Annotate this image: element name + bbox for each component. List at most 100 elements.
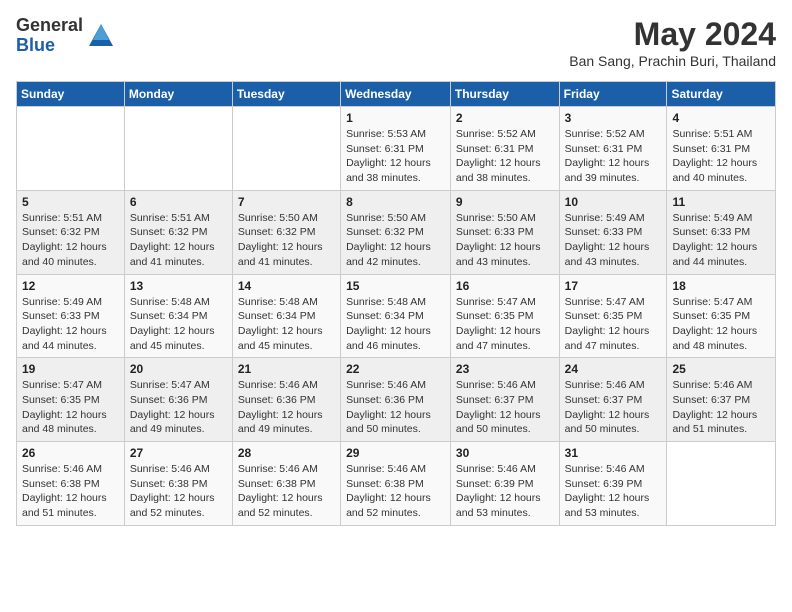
day-number: 6 [130,195,227,209]
month-year-title: May 2024 [569,16,776,53]
day-number: 31 [565,446,662,460]
day-info: Sunrise: 5:49 AM Sunset: 6:33 PM Dayligh… [565,211,662,270]
calendar-day-cell: 1 Sunrise: 5:53 AM Sunset: 6:31 PM Daylig… [341,107,451,191]
day-number: 12 [22,279,119,293]
day-of-week-header: Wednesday [341,82,451,107]
day-info: Sunrise: 5:46 AM Sunset: 6:36 PM Dayligh… [346,378,445,437]
day-info: Sunrise: 5:48 AM Sunset: 6:34 PM Dayligh… [346,295,445,354]
calendar-day-cell: 29 Sunrise: 5:46 AM Sunset: 6:38 PM Dayli… [341,442,451,526]
day-number: 21 [238,362,335,376]
calendar-day-cell: 11 Sunrise: 5:49 AM Sunset: 6:33 PM Dayli… [667,190,776,274]
calendar-day-cell: 25 Sunrise: 5:46 AM Sunset: 6:37 PM Dayli… [667,358,776,442]
calendar-day-cell: 2 Sunrise: 5:52 AM Sunset: 6:31 PM Daylig… [450,107,559,191]
calendar-day-cell: 5 Sunrise: 5:51 AM Sunset: 6:32 PM Daylig… [17,190,125,274]
day-number: 15 [346,279,445,293]
day-number: 2 [456,111,554,125]
calendar-week-row: 5 Sunrise: 5:51 AM Sunset: 6:32 PM Daylig… [17,190,776,274]
day-number: 10 [565,195,662,209]
day-of-week-header: Tuesday [232,82,340,107]
calendar-day-cell: 16 Sunrise: 5:47 AM Sunset: 6:35 PM Dayli… [450,274,559,358]
calendar-day-cell: 3Sunrise: 5:52 AM Sunset: 6:31 PM Daylig… [559,107,667,191]
calendar-table: SundayMondayTuesdayWednesdayThursdayFrid… [16,81,776,526]
day-info: Sunrise: 5:46 AM Sunset: 6:38 PM Dayligh… [130,462,227,521]
day-info: Sunrise: 5:52 AM Sunset: 6:31 PM Dayligh… [565,127,662,186]
day-of-week-header: Monday [124,82,232,107]
day-number: 25 [672,362,770,376]
day-number: 26 [22,446,119,460]
day-number: 29 [346,446,445,460]
calendar-day-cell: 27 Sunrise: 5:46 AM Sunset: 6:38 PM Dayli… [124,442,232,526]
calendar-day-cell: 23Sunrise: 5:46 AM Sunset: 6:37 PM Dayli… [450,358,559,442]
day-info: Sunrise: 5:46 AM Sunset: 6:38 PM Dayligh… [22,462,119,521]
calendar-day-cell: 14 Sunrise: 5:48 AM Sunset: 6:34 PM Dayli… [232,274,340,358]
calendar-day-cell: 17Sunrise: 5:47 AM Sunset: 6:35 PM Dayli… [559,274,667,358]
day-info: Sunrise: 5:46 AM Sunset: 6:38 PM Dayligh… [238,462,335,521]
day-info: Sunrise: 5:46 AM Sunset: 6:37 PM Dayligh… [672,378,770,437]
logo-icon [87,22,115,50]
day-info: Sunrise: 5:50 AM Sunset: 6:32 PM Dayligh… [346,211,445,270]
day-info: Sunrise: 5:51 AM Sunset: 6:32 PM Dayligh… [22,211,119,270]
calendar-day-cell: 10 Sunrise: 5:49 AM Sunset: 6:33 PM Dayli… [559,190,667,274]
day-info: Sunrise: 5:46 AM Sunset: 6:37 PM Dayligh… [456,378,554,437]
day-number: 4 [672,111,770,125]
calendar-day-cell: 15 Sunrise: 5:48 AM Sunset: 6:34 PM Dayli… [341,274,451,358]
calendar-day-cell: 30Sunrise: 5:46 AM Sunset: 6:39 PM Dayli… [450,442,559,526]
day-info: Sunrise: 5:47 AM Sunset: 6:35 PM Dayligh… [22,378,119,437]
day-info: Sunrise: 5:49 AM Sunset: 6:33 PM Dayligh… [22,295,119,354]
logo: General Blue [16,16,115,56]
day-info: Sunrise: 5:53 AM Sunset: 6:31 PM Dayligh… [346,127,445,186]
day-number: 8 [346,195,445,209]
calendar-day-cell [232,107,340,191]
calendar-week-row: 19 Sunrise: 5:47 AM Sunset: 6:35 PM Dayli… [17,358,776,442]
calendar-day-cell: 21Sunrise: 5:46 AM Sunset: 6:36 PM Dayli… [232,358,340,442]
calendar-day-cell [17,107,125,191]
day-info: Sunrise: 5:46 AM Sunset: 6:39 PM Dayligh… [565,462,662,521]
calendar-day-cell: 19 Sunrise: 5:47 AM Sunset: 6:35 PM Dayli… [17,358,125,442]
calendar-day-cell: 12 Sunrise: 5:49 AM Sunset: 6:33 PM Dayli… [17,274,125,358]
calendar-day-cell: 8 Sunrise: 5:50 AM Sunset: 6:32 PM Daylig… [341,190,451,274]
day-number: 30 [456,446,554,460]
calendar-day-cell: 20Sunrise: 5:47 AM Sunset: 6:36 PM Dayli… [124,358,232,442]
calendar-day-cell: 9 Sunrise: 5:50 AM Sunset: 6:33 PM Daylig… [450,190,559,274]
calendar-day-cell: 13Sunrise: 5:48 AM Sunset: 6:34 PM Dayli… [124,274,232,358]
day-number: 17 [565,279,662,293]
day-info: Sunrise: 5:49 AM Sunset: 6:33 PM Dayligh… [672,211,770,270]
day-info: Sunrise: 5:48 AM Sunset: 6:34 PM Dayligh… [238,295,335,354]
day-number: 14 [238,279,335,293]
calendar-day-cell: 6Sunrise: 5:51 AM Sunset: 6:32 PM Daylig… [124,190,232,274]
location-subtitle: Ban Sang, Prachin Buri, Thailand [569,53,776,69]
calendar-day-cell: 26 Sunrise: 5:46 AM Sunset: 6:38 PM Dayli… [17,442,125,526]
day-info: Sunrise: 5:47 AM Sunset: 6:35 PM Dayligh… [672,295,770,354]
calendar-week-row: 1 Sunrise: 5:53 AM Sunset: 6:31 PM Daylig… [17,107,776,191]
day-number: 19 [22,362,119,376]
day-number: 11 [672,195,770,209]
logo-blue-text: Blue [16,36,83,56]
day-info: Sunrise: 5:50 AM Sunset: 6:33 PM Dayligh… [456,211,554,270]
day-of-week-header: Saturday [667,82,776,107]
calendar-week-row: 26 Sunrise: 5:46 AM Sunset: 6:38 PM Dayli… [17,442,776,526]
day-of-week-header: Sunday [17,82,125,107]
day-info: Sunrise: 5:46 AM Sunset: 6:38 PM Dayligh… [346,462,445,521]
day-number: 16 [456,279,554,293]
day-info: Sunrise: 5:46 AM Sunset: 6:37 PM Dayligh… [565,378,662,437]
day-number: 27 [130,446,227,460]
day-info: Sunrise: 5:47 AM Sunset: 6:36 PM Dayligh… [130,378,227,437]
day-number: 24 [565,362,662,376]
day-number: 22 [346,362,445,376]
logo-general-text: General [16,16,83,36]
calendar-day-cell: 31 Sunrise: 5:46 AM Sunset: 6:39 PM Dayli… [559,442,667,526]
page-header: General Blue May 2024 Ban Sang, Prachin … [16,16,776,69]
title-block: May 2024 Ban Sang, Prachin Buri, Thailan… [569,16,776,69]
day-of-week-header: Friday [559,82,667,107]
calendar-day-cell [667,442,776,526]
day-of-week-header: Thursday [450,82,559,107]
day-info: Sunrise: 5:50 AM Sunset: 6:32 PM Dayligh… [238,211,335,270]
day-info: Sunrise: 5:47 AM Sunset: 6:35 PM Dayligh… [456,295,554,354]
day-number: 1 [346,111,445,125]
calendar-day-cell: 24 Sunrise: 5:46 AM Sunset: 6:37 PM Dayli… [559,358,667,442]
day-info: Sunrise: 5:52 AM Sunset: 6:31 PM Dayligh… [456,127,554,186]
day-number: 5 [22,195,119,209]
day-number: 9 [456,195,554,209]
calendar-day-cell [124,107,232,191]
day-number: 18 [672,279,770,293]
